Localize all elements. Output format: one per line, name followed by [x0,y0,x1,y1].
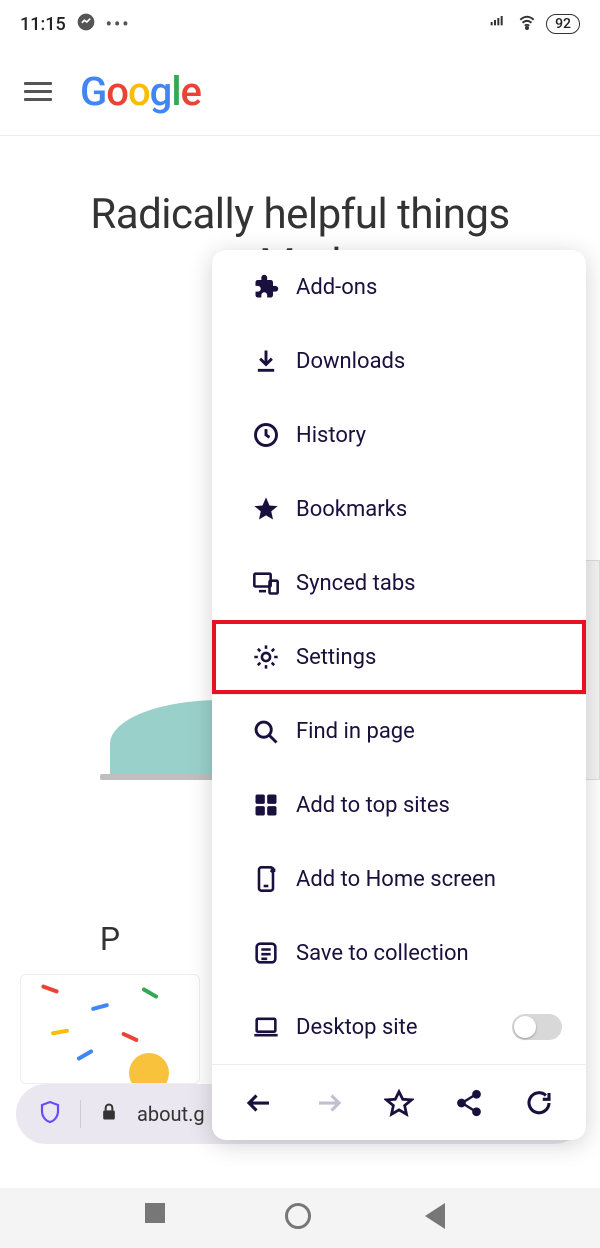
menu-label: Add-ons [296,275,562,300]
back-button[interactable] [241,1085,277,1121]
laptop-icon [236,1011,296,1043]
menu-item-bookmarks[interactable]: Bookmarks [212,472,586,546]
battery-indicator: 92 [546,14,580,34]
menu-action-row [212,1064,586,1140]
devices-icon [236,567,296,599]
status-time: 11:15 [20,14,66,35]
download-icon [236,345,296,377]
forward-button[interactable] [311,1085,347,1121]
menu-label: Add to top sites [296,793,562,818]
menu-label: Bookmarks [296,497,562,522]
url-text: about.g [137,1102,205,1126]
gear-icon [236,641,296,673]
menu-item-top-sites[interactable]: Add to top sites [212,768,586,842]
recent-apps-button[interactable] [145,1203,175,1233]
lock-icon [99,1102,119,1127]
menu-item-home-screen[interactable]: Add to Home screen [212,842,586,916]
hamburger-menu-button[interactable] [24,82,52,101]
menu-item-synced-tabs[interactable]: Synced tabs [212,546,586,620]
menu-item-history[interactable]: History [212,398,586,472]
clock-icon [236,419,296,451]
menu-label: Synced tabs [296,571,562,596]
menu-label: Save to collection [296,941,562,966]
wifi-icon [516,13,538,36]
signal-icon [488,14,508,35]
browser-menu: Add-ons Downloads History Bookmarks Sync… [212,250,586,1140]
collection-icon [236,937,296,969]
share-button[interactable] [451,1085,487,1121]
products-heading: P [20,920,200,958]
reload-button[interactable] [521,1085,557,1121]
address-separator [80,1100,81,1128]
app-header: Google [0,48,600,136]
menu-label: Settings [296,645,562,670]
menu-label: Desktop site [296,1015,512,1040]
google-logo[interactable]: Google [80,68,201,115]
menu-label: Downloads [296,349,562,374]
phone-add-icon [236,863,296,895]
menu-item-downloads[interactable]: Downloads [212,324,586,398]
menu-item-addons[interactable]: Add-ons [212,250,586,324]
menu-label: Find in page [296,719,562,744]
bookmark-button[interactable] [381,1085,417,1121]
menu-label: History [296,423,562,448]
messenger-icon [76,12,96,37]
search-icon [236,716,296,748]
menu-item-save-collection[interactable]: Save to collection [212,916,586,990]
status-bar: 11:15 ••• 92 [0,0,600,48]
menu-label: Add to Home screen [296,867,562,892]
more-icon: ••• [106,14,131,35]
product-card[interactable] [20,974,200,1084]
grid-icon [236,789,296,821]
home-button[interactable] [285,1203,315,1233]
back-system-button[interactable] [425,1203,455,1233]
shield-icon[interactable] [38,1100,62,1129]
system-nav-bar [0,1188,600,1248]
menu-item-desktop-site[interactable]: Desktop site [212,990,586,1064]
puzzle-icon [236,271,296,303]
menu-item-find[interactable]: Find in page [212,694,586,768]
desktop-site-toggle[interactable] [512,1014,562,1040]
star-icon [236,493,296,525]
menu-item-settings[interactable]: Settings [212,620,586,694]
